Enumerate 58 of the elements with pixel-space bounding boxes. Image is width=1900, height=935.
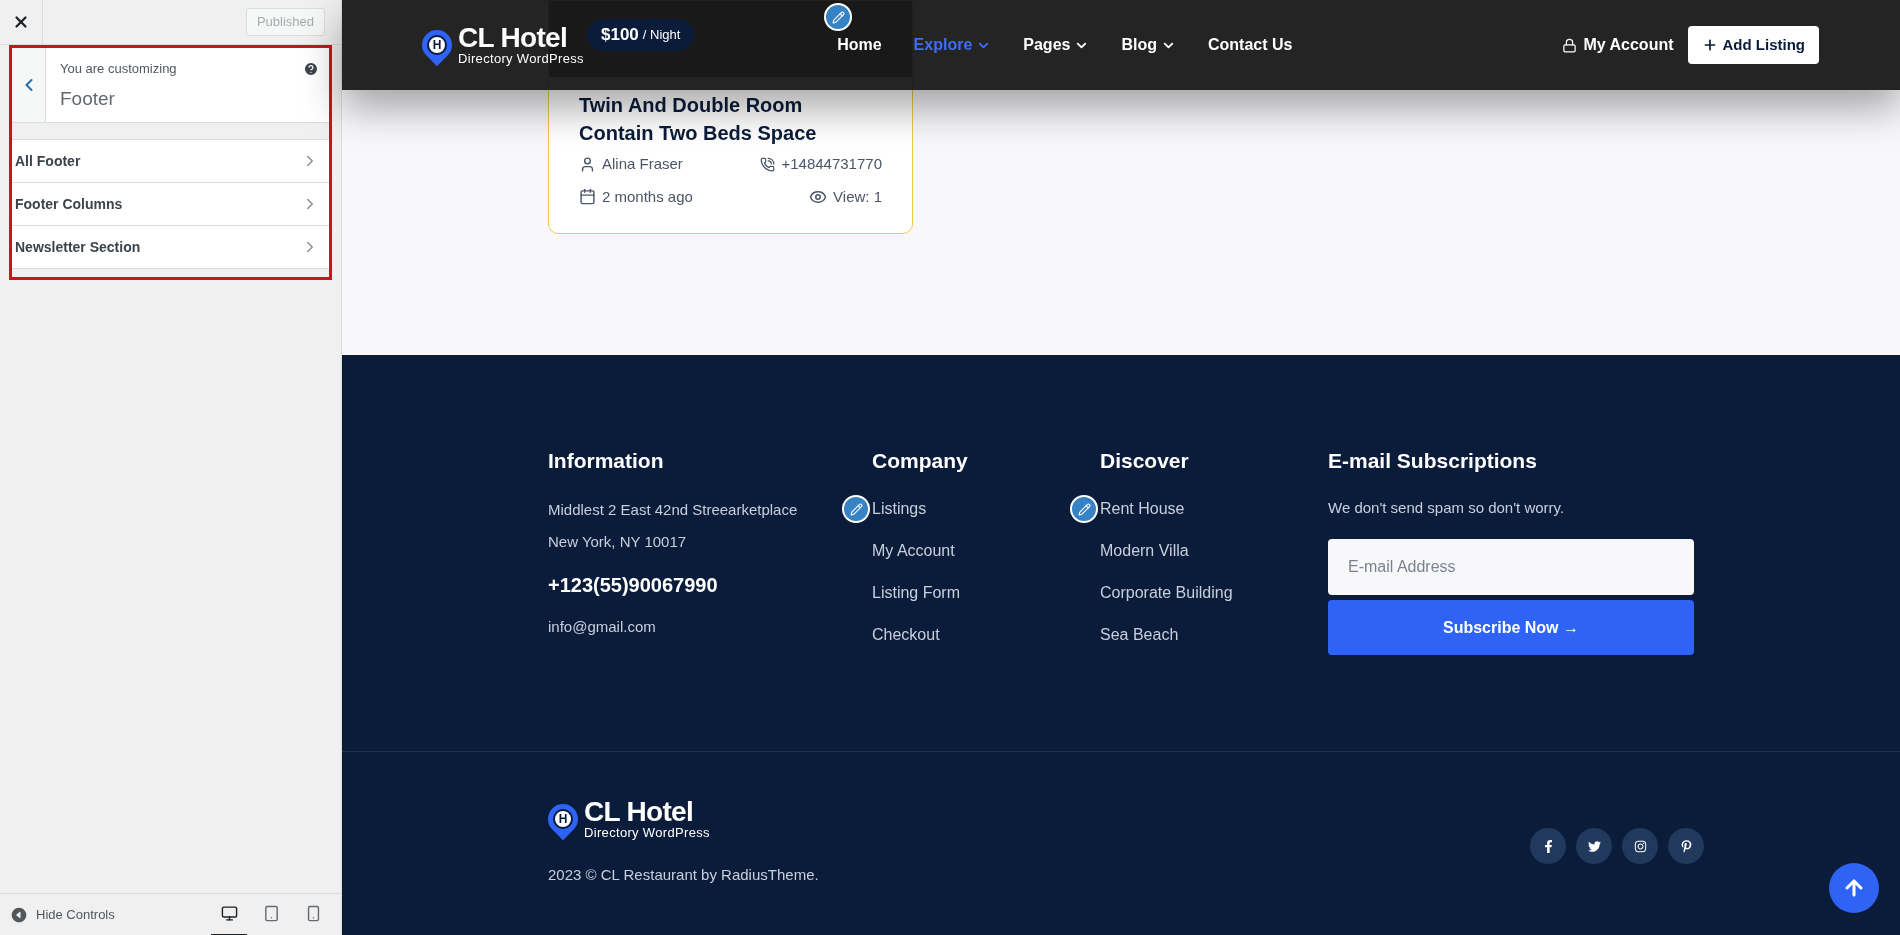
add-listing-button[interactable]: Add Listing [1687, 26, 1819, 64]
phone-number: +14844731770 [781, 154, 882, 174]
logo-tagline: Directory WordPress [458, 52, 584, 66]
account-link[interactable]: My Account [1562, 33, 1674, 57]
pencil-icon [1077, 502, 1091, 516]
collapse-icon [10, 905, 28, 924]
hide-controls-button[interactable]: Hide Controls [10, 904, 115, 925]
address-line: New York, NY 10017 [548, 532, 687, 552]
section-title: Footer [60, 86, 116, 111]
logo-name: CL Hotel [584, 798, 694, 826]
logo-name: CL Hotel [458, 24, 568, 52]
person-icon [579, 155, 596, 173]
nav-link[interactable]: Blog [1121, 33, 1176, 57]
phone-icon [760, 156, 776, 172]
footer-link[interactable]: Rent House [1100, 496, 1328, 521]
close-icon [12, 13, 30, 31]
tablet-icon [262, 905, 280, 922]
desktop-icon [220, 905, 238, 922]
listing-title: Twin And Double Room Contain Two Beds Space [579, 93, 818, 146]
calendar-icon [579, 188, 596, 206]
footer-link[interactable]: Sea Beach [1100, 622, 1328, 647]
nav-link[interactable]: Home [837, 33, 882, 57]
footer-link[interactable]: Listings [872, 496, 1100, 521]
copyright-text: 2023 © CL Restaurant by RadiusTheme. [548, 865, 819, 885]
social-button[interactable] [1576, 828, 1612, 864]
view-count: View: 1 [833, 186, 882, 207]
footer-link[interactable]: Modern Villa [1100, 538, 1328, 563]
pinterest-icon [1679, 839, 1693, 853]
price-badge: $100 / Night [587, 19, 695, 51]
instagram-icon [1633, 839, 1647, 853]
column-heading: Company [872, 448, 969, 474]
help-icon[interactable] [303, 60, 319, 77]
author-name: Alina Fraser [602, 154, 683, 174]
address-line: Middlest 2 East 42nd Streearketplace [548, 499, 798, 520]
social-button[interactable] [1622, 828, 1658, 864]
lock-icon [1562, 37, 1578, 53]
nav-link[interactable]: Contact Us [1207, 33, 1293, 57]
footer-link[interactable]: My Account [872, 538, 1100, 563]
column-heading: E-mail Subscriptions [1328, 448, 1538, 474]
logo-tagline: Directory WordPress [584, 826, 710, 840]
pencil-icon [831, 10, 845, 24]
subscribe-button[interactable]: Subscribe Now → [1328, 600, 1694, 655]
column-heading: Information [548, 448, 665, 474]
email-field[interactable]: E-mail Address [1328, 539, 1694, 595]
pencil-icon [849, 502, 863, 516]
phone-number: +123(55)90067990 [548, 572, 719, 598]
nav-link[interactable]: Pages [1023, 33, 1090, 57]
column-heading: Discover [1100, 448, 1190, 474]
footer-link[interactable]: Corporate Building [1100, 580, 1328, 605]
posted-date: 2 months ago [602, 186, 693, 207]
social-button[interactable] [1530, 828, 1566, 864]
email-address: info@gmail.com [548, 616, 657, 637]
social-button[interactable] [1668, 828, 1704, 864]
subscribe-note: We don't send spam so don't worry. [1328, 497, 1566, 518]
footer-link[interactable]: Listing Form [872, 580, 1100, 605]
twitter-icon [1587, 839, 1601, 853]
footer-link[interactable]: Checkout [872, 622, 1100, 647]
customizing-label: You are customizing [60, 60, 177, 78]
